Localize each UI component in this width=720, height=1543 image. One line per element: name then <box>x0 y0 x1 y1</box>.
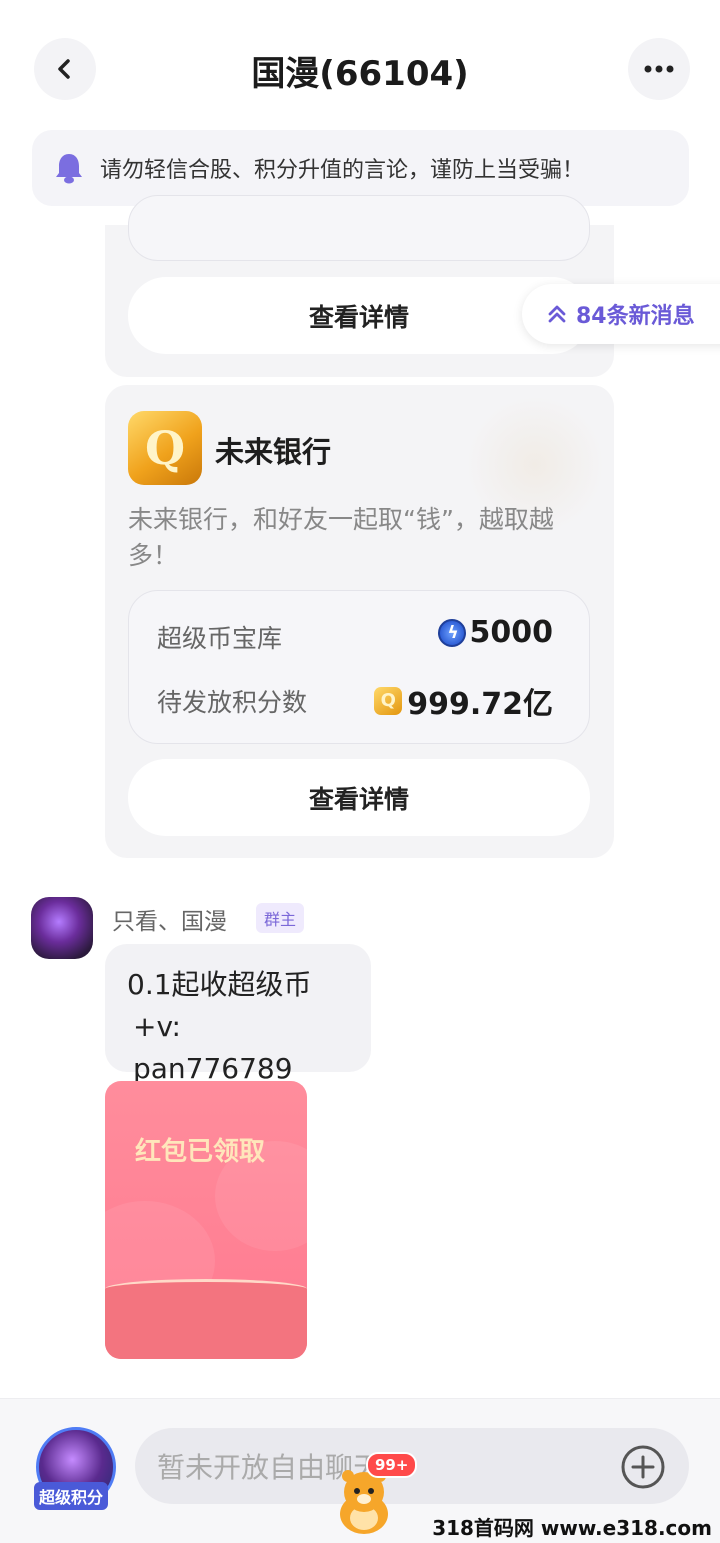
q-coin-icon: Q <box>374 687 403 715</box>
watermark: 318首码网 www.e318.com <box>432 1516 712 1540</box>
add-button[interactable] <box>620 1444 666 1494</box>
previous-card-detail-button[interactable]: 查看详情 <box>128 277 590 354</box>
vault-value: 5000 <box>469 615 554 650</box>
new-messages-label: 84条新消息 <box>576 304 695 329</box>
bank-logo-icon: Q <box>128 411 202 485</box>
sender-name: 只看、国漫 <box>112 909 227 935</box>
more-button[interactable] <box>628 38 690 100</box>
notice-text: 请勿轻信合股、积分升值的言论，谨防上当受骗！ <box>100 158 585 183</box>
avatar[interactable] <box>31 897 93 959</box>
message-bubble[interactable]: 0.1起收超级币 +v: pan776789 <box>105 944 371 1085</box>
plus-circle-icon <box>621 1445 665 1489</box>
back-button[interactable] <box>34 38 96 100</box>
pending-points-group: Q 999.72亿 <box>374 679 553 723</box>
page-title: 国漫(66104) <box>251 54 469 94</box>
vault-label: 超级币宝库 <box>157 624 283 653</box>
chevron-left-icon <box>58 59 70 79</box>
pending-points-label: 待发放积分数 <box>157 688 308 717</box>
message-line-2: +v: pan776789 <box>133 1010 293 1085</box>
message-line-1: 0.1起收超级币 <box>127 968 312 1001</box>
bell-icon <box>56 154 82 184</box>
bank-name: 未来银行 <box>215 435 332 469</box>
more-icon <box>644 65 674 73</box>
bank-detail-button[interactable]: 查看详情 <box>128 759 590 836</box>
red-packet-bottom <box>105 1279 307 1359</box>
double-chevron-up-icon <box>548 305 566 323</box>
red-packet-status: 红包已领取 <box>135 1137 266 1167</box>
red-packet[interactable]: 红包已领取 <box>105 1081 307 1359</box>
super-coin-icon: ϟ <box>437 618 466 647</box>
pending-points-value: 999.72亿 <box>407 687 553 722</box>
bank-description: 未来银行，和好友一起取“钱”，越取越多！ <box>128 505 554 570</box>
super-points-label: 超级积分 <box>34 1482 109 1510</box>
notification-badge: 99+ <box>366 1452 418 1478</box>
bank-card[interactable]: Q 未来银行 未来银行，和好友一起取“钱”，越取越多！ 超级币宝库 ϟ 5000… <box>105 385 614 858</box>
vault-value-group: ϟ 5000 <box>437 615 554 650</box>
previous-card-box <box>128 195 590 261</box>
new-messages-button[interactable]: 84条新消息 <box>522 284 720 344</box>
bank-stats-box: 超级币宝库 ϟ 5000 待发放积分数 Q 999.72亿 <box>128 590 590 744</box>
owner-badge: 群主 <box>256 903 305 933</box>
